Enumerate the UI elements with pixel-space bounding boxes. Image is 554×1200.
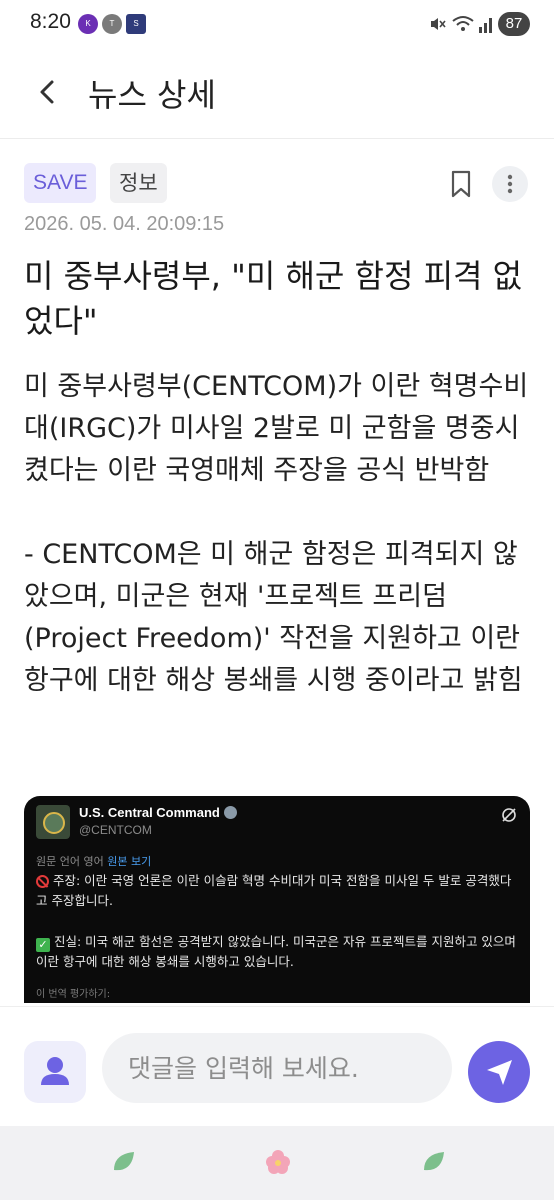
leaf-left-icon[interactable] bbox=[110, 1148, 138, 1176]
leaf-right-icon[interactable] bbox=[420, 1148, 448, 1176]
article-timestamp: 2026. 05. 04. 20:09:15 bbox=[24, 213, 225, 235]
more-options-button[interactable] bbox=[492, 166, 528, 202]
translation-note: 원문 언어 영어 원본 보기 bbox=[36, 855, 152, 868]
person-icon bbox=[41, 1057, 69, 1085]
chevron-left-icon[interactable] bbox=[28, 72, 68, 112]
kurly-app-icon: K bbox=[78, 14, 98, 34]
flower-icon[interactable] bbox=[264, 1148, 292, 1176]
bookmark-icon[interactable] bbox=[449, 170, 473, 198]
save-app-icon: S bbox=[126, 14, 146, 34]
battery-indicator: 87 bbox=[498, 12, 530, 36]
send-icon bbox=[487, 1060, 512, 1085]
send-button[interactable] bbox=[468, 1041, 530, 1103]
status-bar: 8:20 K T S 87 bbox=[0, 0, 554, 52]
navigation-bar bbox=[0, 1126, 554, 1200]
more-vertical-icon bbox=[507, 174, 513, 194]
embed-claim: 주장: 이란 국영 언론은 이란 이슬람 혁명 수비대가 미국 전함을 미사일 … bbox=[36, 873, 512, 908]
grok-icon bbox=[502, 808, 516, 822]
verified-badge-icon bbox=[223, 806, 237, 819]
wifi-icon bbox=[452, 16, 474, 31]
tag-info[interactable]: 정보 bbox=[110, 163, 167, 203]
talk-app-icon: T bbox=[102, 14, 122, 34]
signal-icon bbox=[479, 18, 492, 33]
comment-composer bbox=[0, 1006, 554, 1125]
rate-translation: 이 번역 평가하기: bbox=[36, 989, 111, 1000]
user-avatar bbox=[24, 1041, 86, 1103]
article-body: 미 중부사령부(CENTCOM)가 이란 혁명수비대(IRGC)가 미사일 2발… bbox=[24, 371, 529, 696]
page-title: 뉴스 상세 bbox=[88, 76, 216, 114]
embed-fact: ✓ 진실: 미국 해군 함선은 공격받지 않았습니다. 미국군은 자유 프로젝트를… bbox=[36, 934, 516, 969]
embed-handle: @CENTCOM bbox=[79, 823, 152, 837]
comment-input[interactable] bbox=[102, 1033, 452, 1103]
embed-account-name: U.S. Central Command bbox=[79, 805, 237, 820]
check-mark-icon: ✓ bbox=[36, 938, 50, 952]
prohibited-icon bbox=[36, 875, 49, 888]
embedded-post-image[interactable]: U.S. Central Command @CENTCOM 원문 언어 영어 원… bbox=[24, 796, 530, 1003]
app-bar: 뉴스 상세 bbox=[0, 52, 554, 139]
mute-icon bbox=[431, 18, 446, 30]
status-time: 8:20 bbox=[30, 10, 71, 33]
tag-save[interactable]: SAVE bbox=[24, 163, 97, 203]
centcom-logo bbox=[36, 805, 70, 839]
article-headline: 미 중부사령부, "미 해군 함정 피격 없었다" bbox=[24, 257, 523, 340]
